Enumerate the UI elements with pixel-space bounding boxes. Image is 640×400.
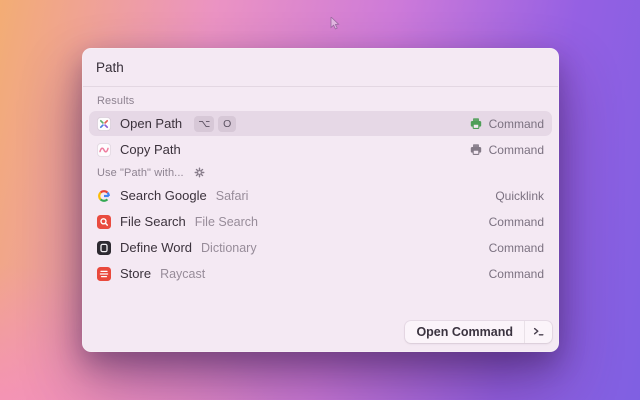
row-title: Copy Path bbox=[120, 142, 181, 157]
accessory-label: Quicklink bbox=[495, 189, 544, 203]
list-item-define-word[interactable]: Define Word Dictionary Command bbox=[89, 235, 552, 260]
launcher-window: Results Open Path ⌥O Command Copy Path Comman… bbox=[82, 48, 559, 352]
row-subtitle: Safari bbox=[216, 189, 249, 203]
row-accessory: Command bbox=[469, 143, 544, 157]
list-item-file-search[interactable]: File Search File Search Command bbox=[89, 209, 552, 234]
printer-gray-icon bbox=[469, 143, 483, 157]
open-command-button[interactable]: Open Command bbox=[405, 321, 552, 343]
row-title: Open Path bbox=[120, 116, 182, 131]
row-accessory: Command bbox=[469, 117, 544, 131]
accessory-label: Command bbox=[489, 267, 544, 281]
path-open-icon bbox=[97, 117, 111, 131]
section-header-results: Results bbox=[89, 92, 552, 111]
row-title: Store bbox=[120, 266, 151, 281]
row-subtitle: Dictionary bbox=[201, 241, 257, 255]
file-search-icon bbox=[97, 215, 111, 229]
row-subtitle: File Search bbox=[195, 215, 258, 229]
row-subtitle: Raycast bbox=[160, 267, 205, 281]
section-header-use-path-with: Use "Path" with... bbox=[89, 163, 552, 183]
section-label: Use "Path" with... bbox=[97, 167, 184, 179]
row-accessory: Command bbox=[489, 241, 544, 255]
row-title: Search Google bbox=[120, 188, 207, 203]
key-badge: O bbox=[218, 116, 236, 132]
key-badge: ⌥ bbox=[194, 116, 214, 132]
row-accessory: Quicklink bbox=[495, 189, 544, 203]
terminal-prompt-icon bbox=[524, 321, 552, 343]
row-title: Define Word bbox=[120, 240, 192, 255]
list-item-open-path[interactable]: Open Path ⌥O Command bbox=[89, 111, 552, 136]
printer-green-icon bbox=[469, 117, 483, 131]
footer: Open Command bbox=[83, 317, 558, 351]
accessory-label: Command bbox=[489, 143, 544, 157]
list-item-store[interactable]: Store Raycast Command bbox=[89, 261, 552, 286]
accessory-label: Command bbox=[489, 117, 544, 131]
mouse-cursor bbox=[330, 17, 342, 31]
open-command-label: Open Command bbox=[405, 321, 524, 343]
google-icon bbox=[97, 189, 111, 203]
section-label: Results bbox=[97, 95, 134, 107]
accessory-label: Command bbox=[489, 241, 544, 255]
dictionary-icon bbox=[97, 241, 111, 255]
search-input[interactable] bbox=[96, 60, 545, 75]
gear-icon[interactable] bbox=[193, 166, 206, 179]
results-list: Results Open Path ⌥O Command Copy Path Comman… bbox=[83, 87, 558, 317]
row-accessory: Command bbox=[489, 267, 544, 281]
shortcut-badges: ⌥O bbox=[194, 116, 236, 132]
row-accessory: Command bbox=[489, 215, 544, 229]
row-title: File Search bbox=[120, 214, 186, 229]
path-copy-icon bbox=[97, 143, 111, 157]
search-bar bbox=[83, 49, 558, 87]
raycast-store-icon bbox=[97, 267, 111, 281]
list-item-copy-path[interactable]: Copy Path Command bbox=[89, 137, 552, 162]
accessory-label: Command bbox=[489, 215, 544, 229]
list-item-search-google[interactable]: Search Google Safari Quicklink bbox=[89, 183, 552, 208]
